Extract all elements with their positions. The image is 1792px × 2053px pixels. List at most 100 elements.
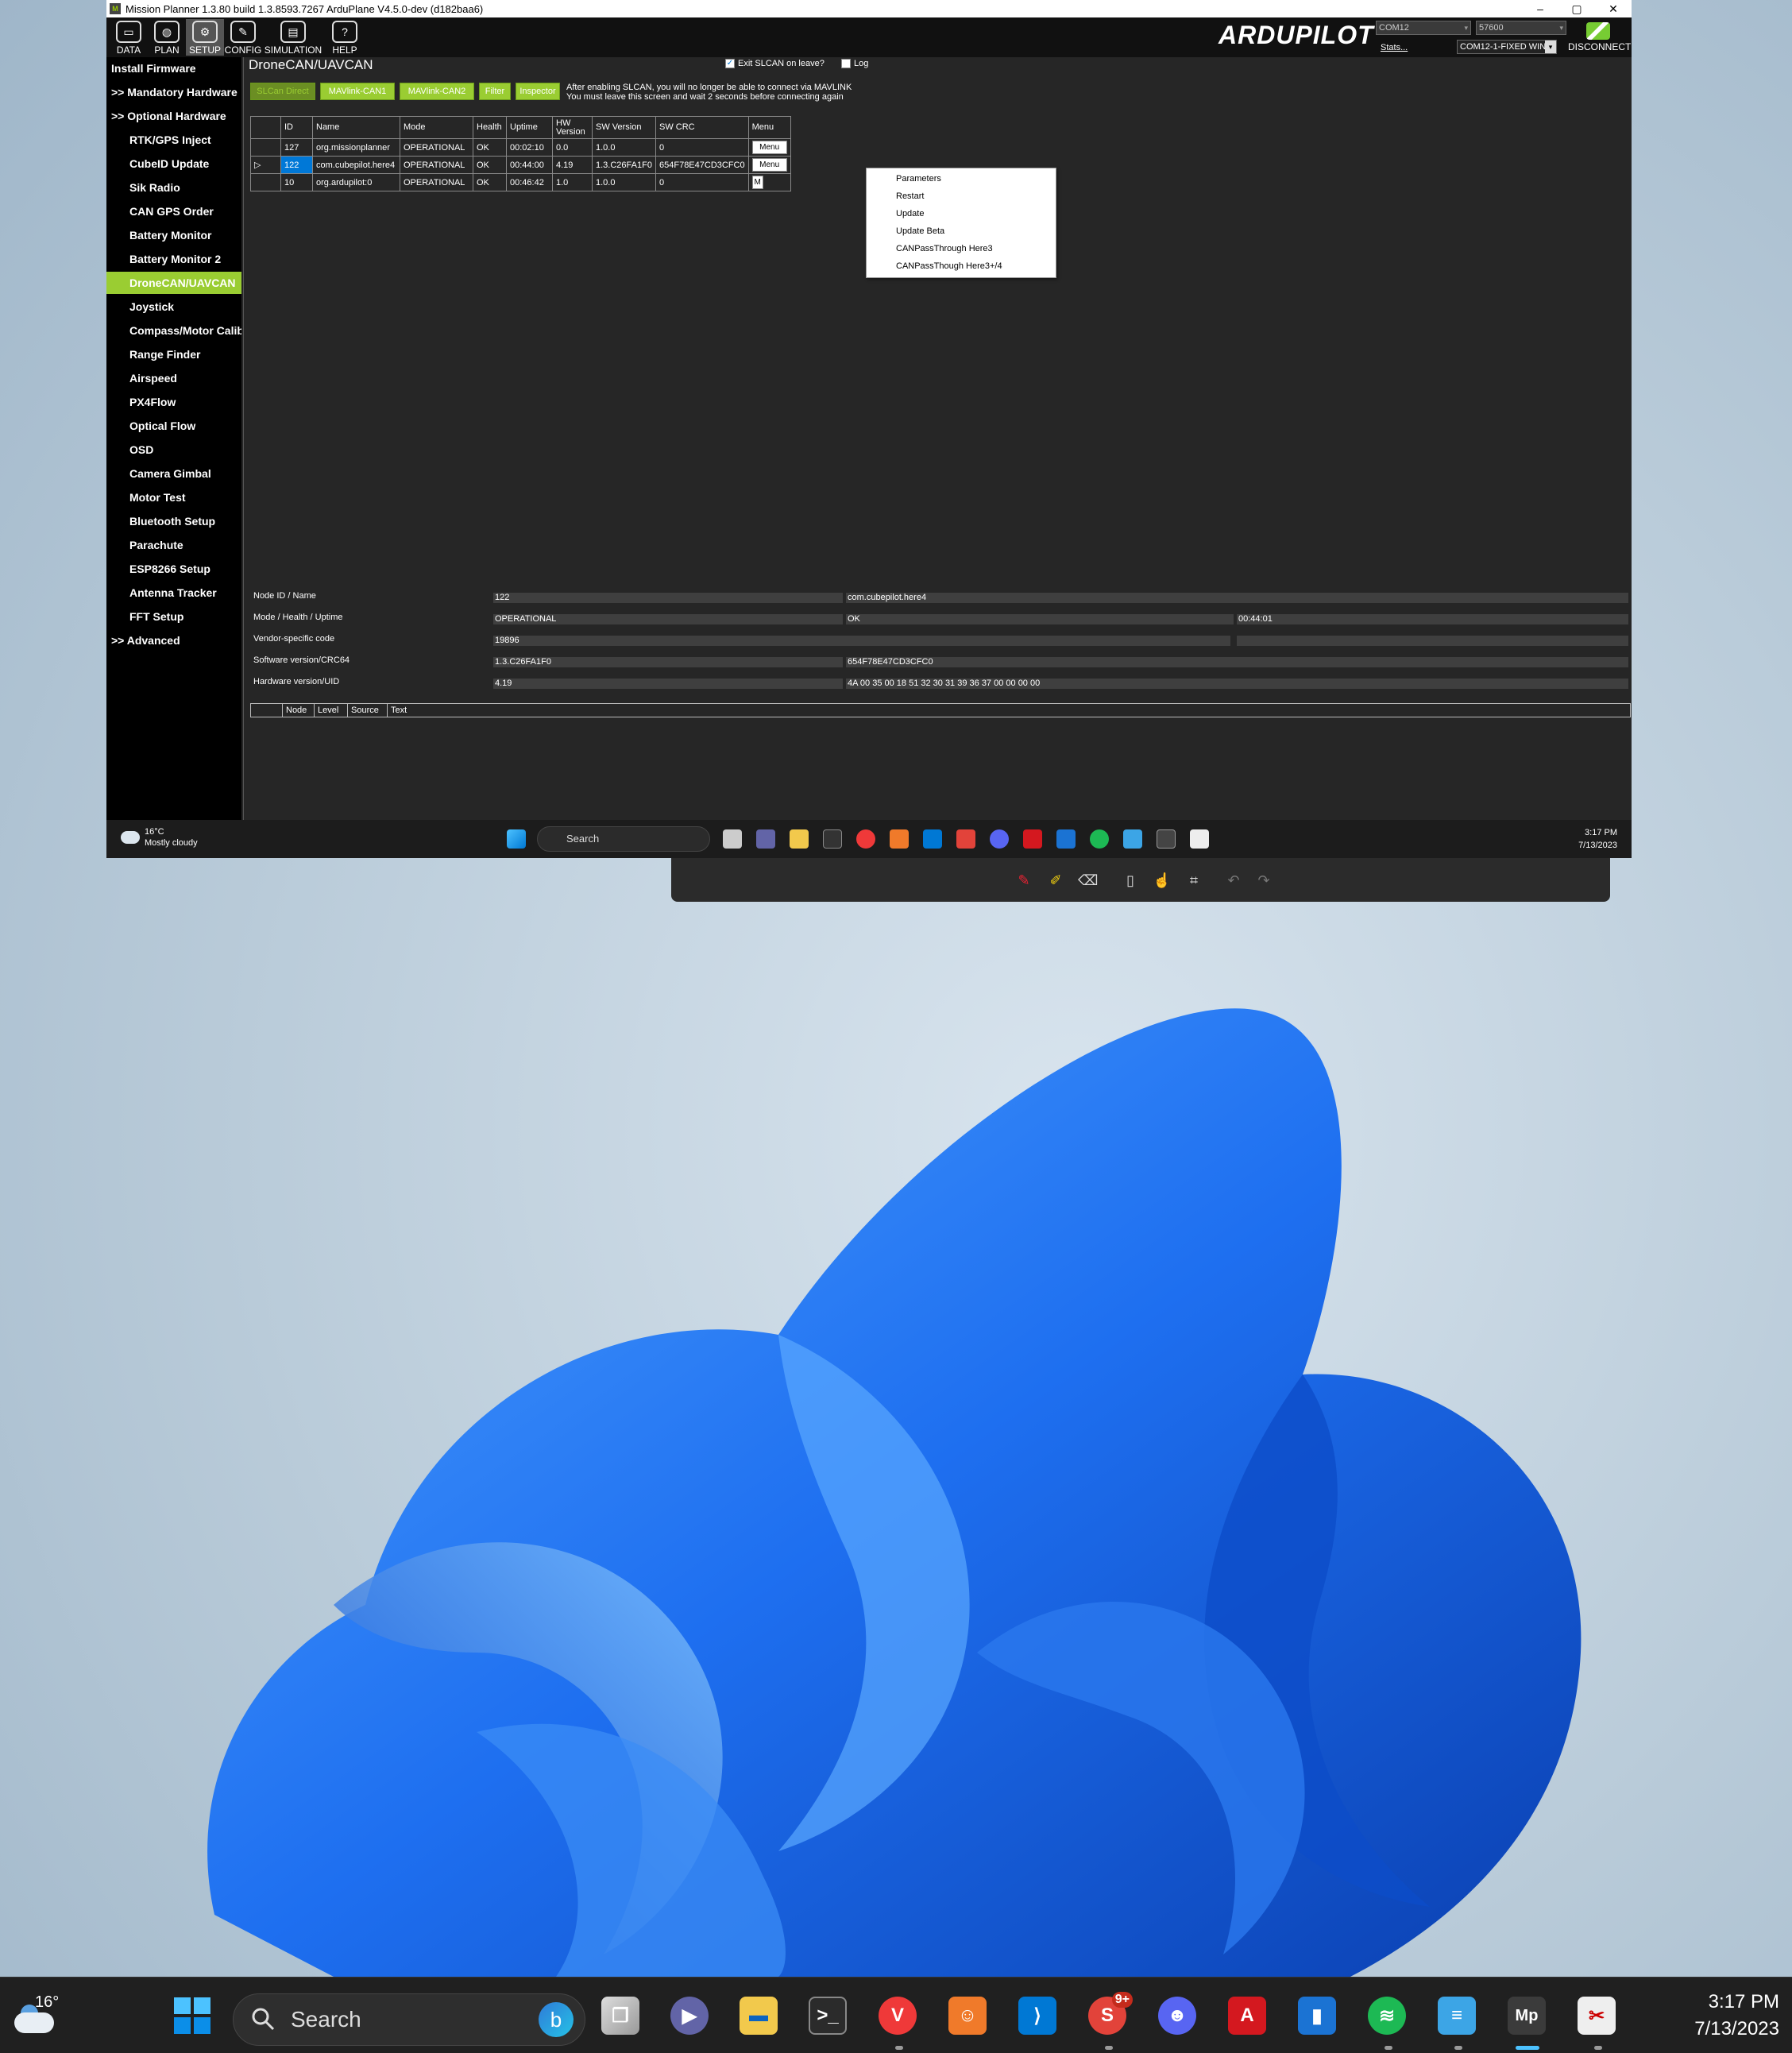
sidebar-item-antenna-tracker[interactable]: Antenna Tracker	[106, 582, 241, 604]
sidebar-item-can-gps-order[interactable]: CAN GPS Order	[106, 200, 241, 222]
column-header[interactable]: SW CRC	[655, 116, 749, 139]
node-menu-button[interactable]: Menu	[751, 158, 787, 172]
sidebar-item-cubeid-update[interactable]: CubeID Update	[106, 153, 241, 175]
taskbar-search[interactable]: Search	[537, 826, 710, 852]
sidebar-item-airspeed[interactable]: Airspeed	[106, 367, 241, 389]
weather-widget[interactable]: 16°	[13, 1990, 68, 2041]
table-row[interactable]: 127 org.missionplanner OPERATIONAL OK 00…	[250, 138, 791, 157]
log-column-header[interactable]: Level	[315, 704, 348, 717]
log-column-header[interactable]: Node	[283, 704, 315, 717]
sidebar-item-px4flow[interactable]: PX4Flow	[106, 391, 241, 413]
notepad-icon[interactable]	[1123, 829, 1142, 849]
mission-planner-icon[interactable]	[1157, 829, 1176, 849]
taskbar-search[interactable]: Search b	[233, 1993, 585, 2046]
file-explorer-icon[interactable]	[790, 829, 809, 849]
teams-icon[interactable]	[756, 829, 775, 849]
sidebar-item-parachute[interactable]: Parachute	[106, 534, 241, 556]
vivaldi-icon[interactable]	[856, 829, 875, 849]
skype-icon[interactable]	[956, 829, 975, 849]
sidebar-item-range-finder[interactable]: Range Finder	[106, 343, 241, 365]
setup-tab-button[interactable]: ⚙ SETUP	[186, 19, 224, 56]
log-column-header[interactable]: Text	[388, 704, 410, 717]
snipping-tool-icon[interactable]	[1190, 829, 1209, 849]
sidebar-item-osd[interactable]: OSD	[106, 439, 241, 461]
sidebar-item-joystick[interactable]: Joystick	[106, 296, 241, 318]
sidebar-item-bluetooth-setup[interactable]: Bluetooth Setup	[106, 510, 241, 532]
baud-rate-select[interactable]: 57600 ▾	[1476, 21, 1566, 35]
start-icon[interactable]	[507, 829, 526, 849]
maximize-button[interactable]: ▢	[1558, 0, 1595, 17]
task-view-icon[interactable]	[723, 829, 742, 849]
table-row[interactable]: 10 org.ardupilot:0 OPERATIONAL OK 00:46:…	[250, 173, 791, 191]
exit-slcan-checkbox[interactable]: ✓ Exit SLCAN on leave?	[725, 59, 825, 68]
sidebar-item-optical-flow[interactable]: Optical Flow	[106, 415, 241, 437]
acrobat-icon[interactable]: A	[1228, 1997, 1266, 2035]
data-tab-button[interactable]: ▭ DATA	[110, 19, 148, 56]
menu-item-canpassthrough-here3plus[interactable]: CANPassThough Here3+/4	[896, 261, 1002, 271]
mavlink-can2-button[interactable]: MAVlink-CAN2	[400, 83, 474, 100]
column-header[interactable]: Mode	[400, 116, 473, 139]
config-tab-button[interactable]: ✎ CONFIG	[224, 19, 262, 56]
vscode-icon[interactable]: ⟩	[1018, 1997, 1056, 2035]
sidebar-item-fft-setup[interactable]: FFT Setup	[106, 605, 241, 628]
simulation-tab-button[interactable]: ▤ SIMULATION	[262, 19, 324, 56]
table-row[interactable]: ▷ 122 com.cubepilot.here4 OPERATIONAL OK…	[250, 156, 791, 174]
spotify-icon[interactable]: ≋	[1368, 1997, 1406, 2035]
taskbar-clock[interactable]: 3:17 PM 7/13/2023	[1660, 1989, 1779, 2043]
embedded-clock[interactable]: 3:17 PM 7/13/2023	[1578, 826, 1617, 852]
sidebar-item-install-firmware[interactable]: Install Firmware	[106, 57, 241, 79]
node-menu-button[interactable]: Menu	[751, 141, 787, 154]
help-tab-button[interactable]: ? HELP	[326, 19, 364, 56]
acrobat-icon[interactable]	[1023, 829, 1042, 849]
weather-widget[interactable]: 16°C Mostly cloudy	[121, 826, 198, 849]
close-button[interactable]: ✕	[1595, 0, 1632, 17]
log-checkbox[interactable]: Log	[841, 59, 868, 68]
menu-item-restart[interactable]: Restart	[896, 191, 924, 201]
vivaldi-icon[interactable]: V	[879, 1997, 917, 2035]
log-column-header[interactable]: Source	[348, 704, 388, 717]
slcan-direct-button[interactable]: SLCan Direct	[250, 83, 315, 100]
sidebar-item-motor-test[interactable]: Motor Test	[106, 486, 241, 508]
minimize-button[interactable]: –	[1522, 0, 1558, 17]
vehicle-select[interactable]: COM12-1-FIXED WING ▾	[1457, 40, 1557, 54]
column-header[interactable]: Health	[473, 116, 507, 139]
undo-icon[interactable]: ↶	[1224, 871, 1243, 890]
sidebar-item-sik-radio[interactable]: Sik Radio	[106, 176, 241, 199]
plan-tab-button[interactable]: ◍ PLAN	[148, 19, 186, 56]
mission-planner-icon[interactable]: Mp	[1508, 1997, 1546, 2035]
column-header[interactable]: HW Version	[552, 116, 593, 139]
bing-icon[interactable]: b	[539, 2002, 574, 2037]
sidebar-item-rtk-gps-inject[interactable]: RTK/GPS Inject	[106, 129, 241, 151]
stats-link[interactable]: Stats...	[1381, 43, 1408, 52]
app-icon[interactable]: ☺	[948, 1997, 987, 2035]
redo-icon[interactable]: ↷	[1254, 871, 1273, 890]
sidebar-item-optional-hardware[interactable]: >> Optional Hardware	[106, 105, 241, 127]
snipping-tool-icon[interactable]: ✂	[1578, 1997, 1616, 2035]
app-icon[interactable]	[890, 829, 909, 849]
spotify-icon[interactable]	[1090, 829, 1109, 849]
discord-icon[interactable]	[990, 829, 1009, 849]
terminal-icon[interactable]	[823, 829, 842, 849]
eraser-icon[interactable]: ⌫	[1078, 871, 1098, 890]
app-icon[interactable]: ▮	[1298, 1997, 1336, 2035]
teams-chat-icon[interactable]: ▶	[670, 1997, 709, 2035]
vscode-icon[interactable]	[923, 829, 942, 849]
discord-icon[interactable]: ☻	[1158, 1997, 1196, 2035]
crop-icon[interactable]: ⌗	[1184, 871, 1203, 890]
disconnect-button[interactable]: DISCONNECT	[1568, 22, 1631, 57]
column-header[interactable]: ID	[280, 116, 313, 139]
menu-item-update[interactable]: Update	[896, 209, 924, 218]
inspector-button[interactable]: Inspector	[516, 83, 560, 100]
sidebar-item-esp8266-setup[interactable]: ESP8266 Setup	[106, 558, 241, 580]
sidebar-item-mandatory-hardware[interactable]: >> Mandatory Hardware	[106, 81, 241, 103]
task-view-icon[interactable]: ❐	[601, 1997, 639, 2035]
highlighter-icon[interactable]: ✐	[1046, 871, 1065, 890]
sidebar-item-battery-monitor[interactable]: Battery Monitor	[106, 224, 241, 246]
touch-writing-icon[interactable]: ☝	[1153, 871, 1172, 890]
column-header[interactable]: Menu	[747, 116, 791, 139]
filter-button[interactable]: Filter	[479, 83, 511, 100]
sidebar-item-camera-gimbal[interactable]: Camera Gimbal	[106, 462, 241, 485]
node-menu-button[interactable]: M	[751, 176, 763, 189]
file-explorer-icon[interactable]: ▬	[740, 1997, 778, 2035]
skype-icon[interactable]: S 9+	[1088, 1992, 1133, 2035]
